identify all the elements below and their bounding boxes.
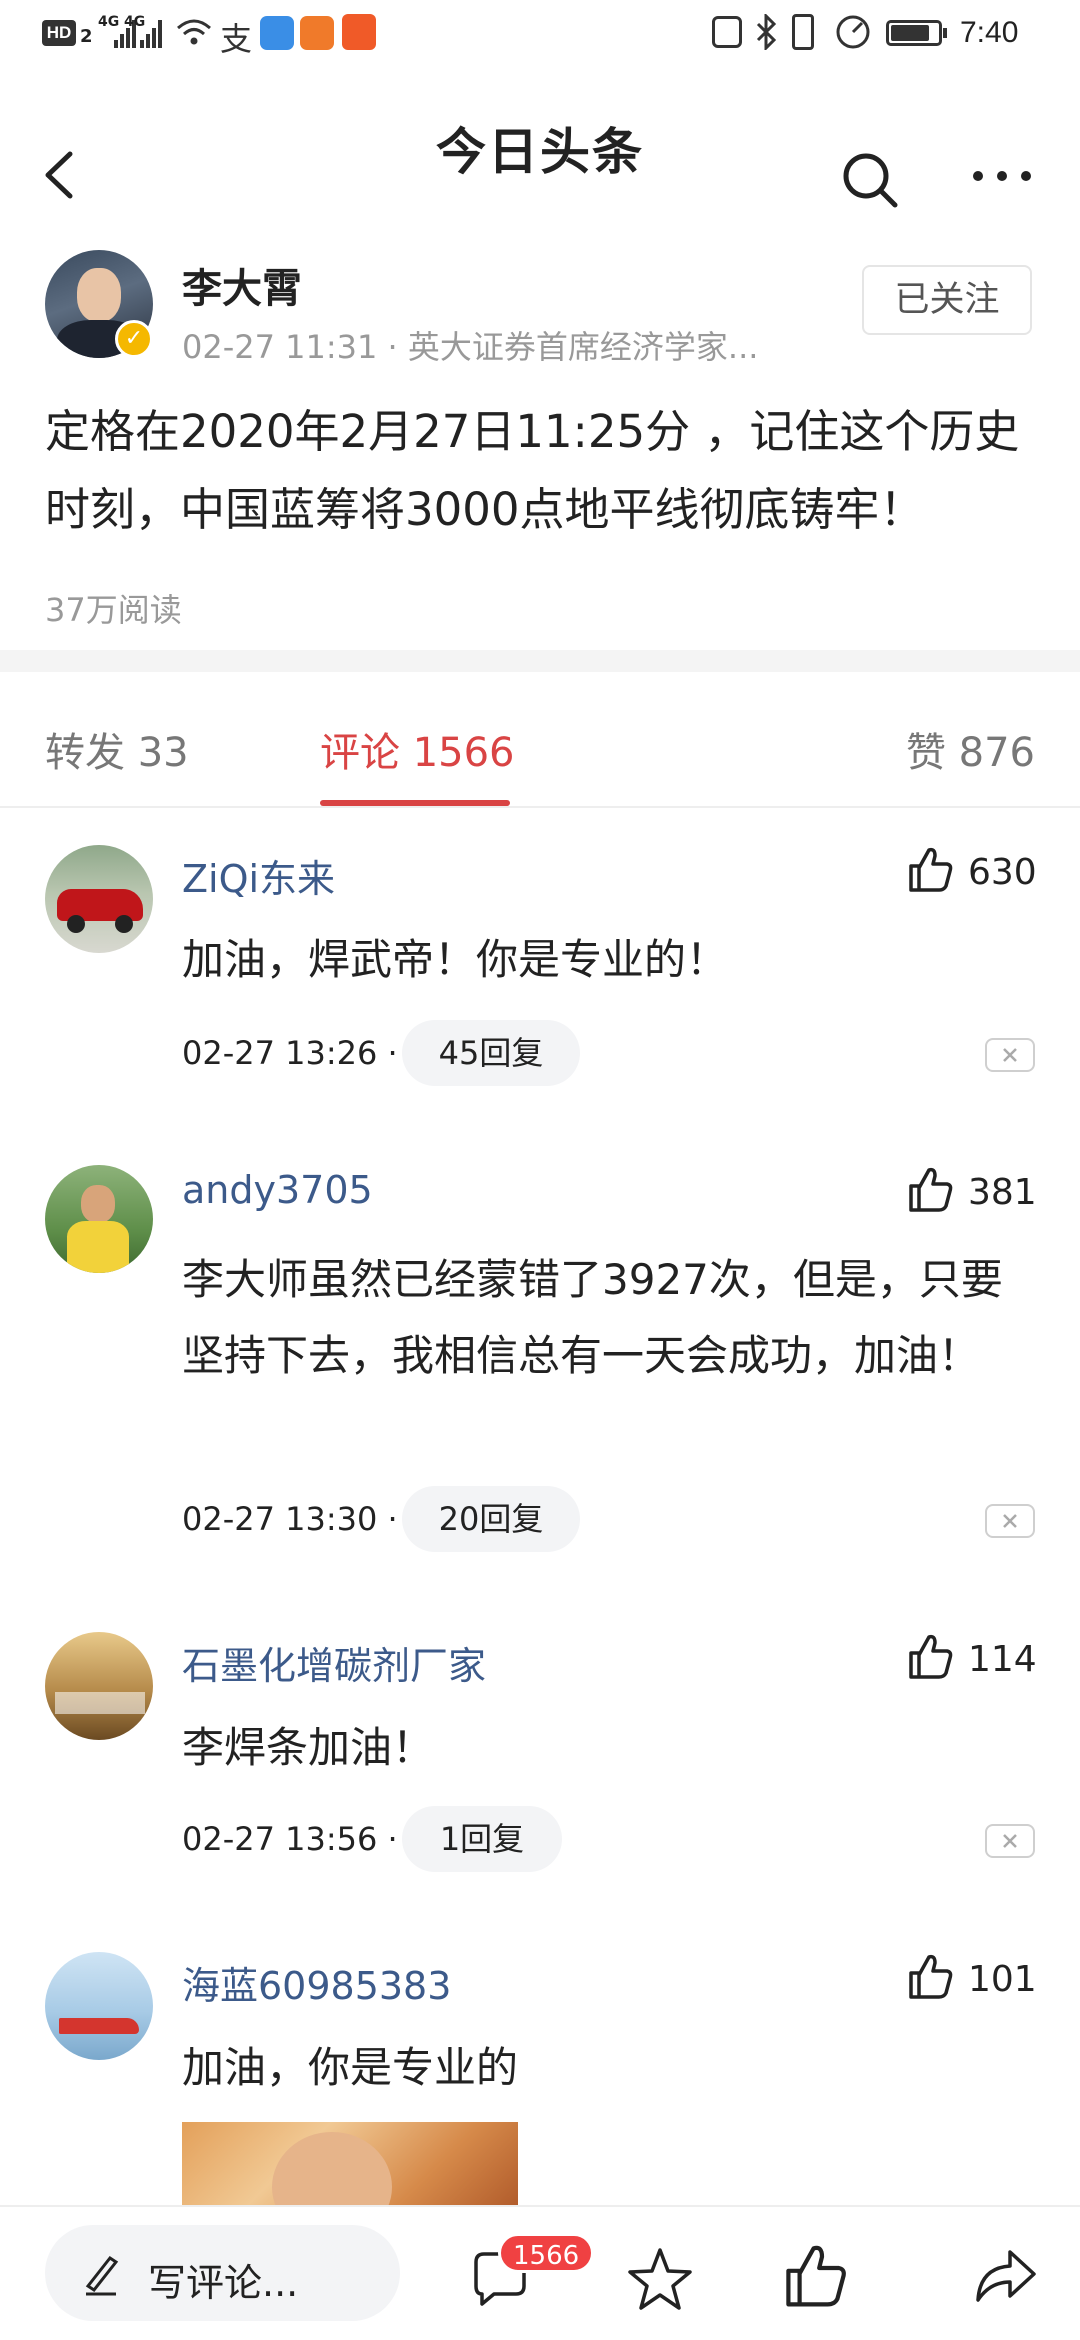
author-meta: 02-27 11:31 · 英大证券首席经济学家... [182, 328, 759, 366]
comment-text: 李焊条加油！ [182, 1723, 435, 1772]
battery-fill [891, 25, 929, 41]
pen-icon [85, 2255, 119, 2296]
image-face [272, 2132, 392, 2212]
comment-username[interactable]: andy3705 [182, 1168, 373, 1212]
battery-tip [943, 28, 947, 38]
comment-username[interactable]: 石墨化增碳剂厂家 [182, 1635, 486, 1690]
share-icon[interactable] [970, 2242, 1040, 2308]
reply-count-button[interactable]: 45回复 [402, 1020, 580, 1086]
comment-username[interactable]: 海蓝60985383 [182, 1955, 451, 2010]
avatar-wheel-1 [67, 915, 85, 933]
dismiss-icon[interactable] [985, 1824, 1035, 1858]
hd-label: HD [46, 23, 72, 42]
comment-avatar[interactable] [45, 1952, 153, 2060]
dismiss-icon[interactable] [985, 1038, 1035, 1072]
tab-comments[interactable]: 评论 1566 [320, 720, 515, 778]
data-saver-icon [836, 15, 870, 49]
avatar-body [67, 1221, 129, 1273]
comment-like-count: 101 [968, 1959, 1037, 2000]
comment-time: 02-27 13:26 · [182, 1034, 398, 1072]
comment-like-count: 381 [968, 1172, 1037, 1213]
write-comment-label: 写评论... [148, 2261, 299, 2305]
read-count: 37万阅读 [45, 591, 182, 629]
like-icon[interactable] [905, 1951, 955, 2001]
avatar-face [81, 1185, 115, 1223]
hd-icon: HD [42, 20, 76, 46]
signal-icon-2: 4G [124, 14, 164, 50]
sim-label: 2 [80, 26, 93, 47]
app-icon-red [342, 14, 376, 50]
like-icon[interactable] [905, 844, 955, 894]
star-icon[interactable] [625, 2245, 695, 2313]
follow-button[interactable]: 已关注 [862, 265, 1032, 335]
reply-count-button[interactable]: 1回复 [402, 1806, 562, 1872]
alipay-icon: 支 [220, 20, 253, 58]
comment-time: 02-27 13:30 · [182, 1500, 398, 1538]
avatar-wheel-2 [115, 915, 133, 933]
nfc-icon [712, 16, 742, 48]
dismiss-icon[interactable] [985, 1504, 1035, 1538]
comment-count-badge: 1566 [498, 2233, 595, 2273]
verified-badge-icon: ✓ [115, 320, 153, 358]
bluetooth-icon [756, 14, 777, 50]
comment-text: 李大师虽然已经蒙错了3927次，但是，只要坚持下去，我相信总有一天会成功，加油！ [182, 1255, 1003, 1380]
section-divider [0, 650, 1080, 672]
avatar-face [77, 268, 121, 322]
comment-like-count: 630 [968, 852, 1037, 893]
comment-like-count: 114 [968, 1639, 1037, 1680]
comment-image[interactable] [182, 2122, 518, 2212]
avatar-boat [59, 2018, 139, 2034]
tab-likes[interactable]: 赞 876 [906, 720, 1035, 778]
comment-username[interactable]: ZiQi东来 [182, 848, 335, 903]
clock: 7:40 [960, 16, 1019, 49]
like-icon[interactable] [905, 1631, 955, 1681]
battery-icon [886, 20, 942, 46]
post-text: 定格在2020年2月27日11:25分 ，记住这个历史时刻，中国蓝筹将3000点… [45, 405, 1020, 536]
comment-avatar[interactable] [45, 1632, 153, 1740]
vibrate-icon [792, 14, 814, 50]
comment-text: 加油，你是专业的 [182, 2043, 519, 2092]
app-icon-blue [260, 16, 294, 50]
comment-time: 02-27 13:56 · [182, 1820, 398, 1858]
app-icon-orange [300, 16, 334, 50]
tab-repost[interactable]: 转发 33 [45, 720, 189, 778]
avatar-text-band [55, 1692, 145, 1714]
like-icon[interactable] [780, 2240, 850, 2310]
page-title: 今日头条 [436, 123, 644, 181]
comment-text: 加油，焊武帝！你是专业的！ [182, 935, 729, 984]
tabs-divider [0, 806, 1080, 808]
like-icon[interactable] [905, 1164, 955, 1214]
status-bar: HD 2 4G 4G 支 7:40 [0, 0, 1080, 80]
comment-avatar[interactable] [45, 1165, 153, 1273]
wifi-icon [177, 19, 211, 45]
comment-avatar[interactable] [45, 845, 153, 953]
author-name[interactable]: 李大霄 [182, 256, 302, 314]
reply-count-button[interactable]: 20回复 [402, 1486, 580, 1552]
